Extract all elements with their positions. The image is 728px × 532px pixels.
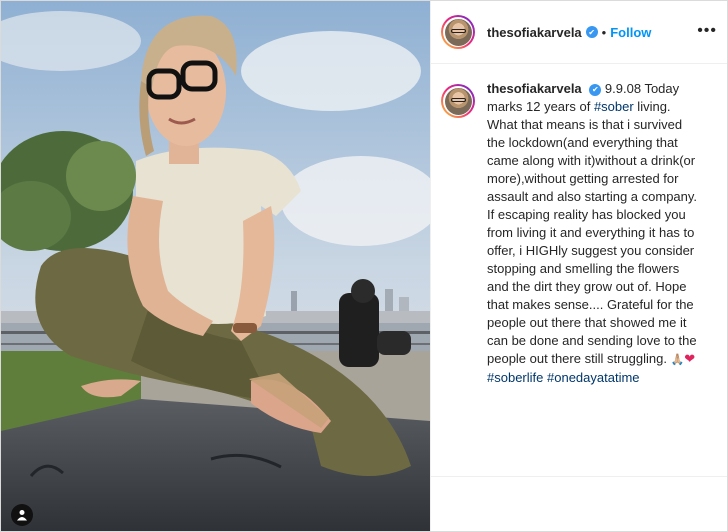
instagram-post: thesofiakarvela ✔ • Follow ••• thesofiak… [0,0,728,532]
heart-emoji: ❤ [684,351,696,366]
hashtag-sober[interactable]: #sober [594,99,634,114]
verified-badge-icon: ✔ [585,26,598,38]
separator-dot: • [601,24,607,40]
post-caption: thesofiakarvela ✔ 9.9.08 Today marks 12 … [431,64,727,387]
praying-hands-emoji: 🙏🏼 [670,354,685,366]
avatar-image [444,18,472,46]
caption-username[interactable]: thesofiakarvela [487,81,582,96]
divider [431,476,727,477]
post-photo[interactable] [1,1,430,531]
user-tag-icon [17,510,27,521]
caption-text: thesofiakarvela ✔ 9.9.08 Today marks 12 … [487,80,703,387]
follow-button[interactable]: Follow [610,25,651,40]
user-tag-button[interactable] [11,504,33,526]
caption-avatar[interactable] [441,84,475,118]
avatar-image [444,87,472,115]
header-username[interactable]: thesofiakarvela [487,25,582,40]
more-options-icon[interactable]: ••• [697,23,717,39]
hashtag-onedayatatime[interactable]: #onedayatatime [547,370,640,385]
verified-badge-icon: ✔ [589,84,602,96]
hashtag-soberlife[interactable]: #soberlife [487,370,543,385]
post-header: thesofiakarvela ✔ • Follow ••• [431,1,727,64]
post-sidebar: thesofiakarvela ✔ • Follow ••• thesofiak… [430,1,727,531]
caption-date: 9.9.08 [604,81,642,96]
avatar[interactable] [441,15,475,49]
caption-text-part2: living. What that means is that i surviv… [487,99,698,366]
photo-illustration [1,1,430,531]
